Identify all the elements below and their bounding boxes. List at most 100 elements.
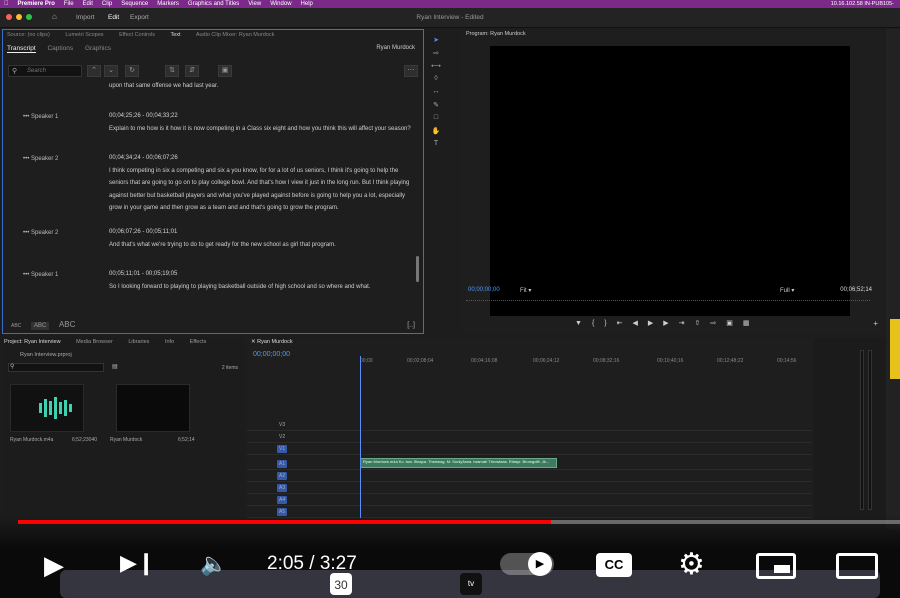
track-select-icon[interactable]: ⇨ — [431, 49, 441, 59]
menu-graphics-titles[interactable]: Graphics and Titles — [188, 1, 239, 7]
next-result-button[interactable]: ⌄ — [104, 65, 118, 77]
speaker-label[interactable]: ••• Speaker 2 — [23, 230, 58, 236]
menu-app-name[interactable]: Premiere Pro — [18, 1, 55, 7]
video-track[interactable]: V3 — [247, 419, 812, 431]
project-item-sequence[interactable] — [116, 384, 190, 432]
font-size-small[interactable]: ABC — [11, 323, 21, 329]
menu-markers[interactable]: Markers — [157, 1, 179, 7]
settings-gear-icon[interactable]: ⚙ — [678, 547, 705, 582]
autoplay-toggle[interactable]: ▶ — [500, 552, 554, 576]
timeline-timecode[interactable]: 00;00;00;00 — [253, 351, 290, 358]
miniplayer-icon[interactable] — [756, 553, 796, 579]
menu-view[interactable]: View — [248, 1, 261, 7]
razor-icon[interactable]: ◊ — [431, 75, 441, 85]
go-to-in-icon[interactable]: ⇤ — [617, 320, 633, 327]
captions-create-button[interactable]: ▣ — [218, 65, 232, 77]
video-track[interactable]: V2 — [247, 431, 812, 443]
apple-icon[interactable]:  — [4, 1, 9, 7]
type-tool-icon[interactable]: T — [431, 140, 441, 150]
program-current-time[interactable]: 00;00;00;00 — [468, 287, 500, 293]
preset-thumbnail[interactable] — [890, 319, 900, 379]
new-bin-icon[interactable]: ▤ — [112, 363, 118, 370]
comparison-view-icon[interactable]: ▦ — [743, 320, 760, 327]
tab-media-browser[interactable]: Media Browser — [76, 339, 113, 345]
speaker-label[interactable]: ••• Speaker 2 — [23, 156, 58, 162]
audio-clip[interactable]: Ryan Murdock.m4a Kc. lwa. 5inapa. Theria… — [360, 458, 557, 468]
menu-help[interactable]: Help — [301, 1, 313, 7]
extract-icon[interactable]: ⇨ — [710, 320, 726, 327]
menu-edit[interactable]: Edit — [83, 1, 93, 7]
mark-out-icon[interactable]: } — [604, 320, 616, 327]
rectangle-icon[interactable]: □ — [431, 114, 441, 124]
theater-mode-icon[interactable] — [836, 553, 878, 579]
audio-track[interactable]: A2 — [247, 470, 812, 482]
fullscreen-panel-icon[interactable]: [..] — [407, 322, 415, 329]
hand-icon[interactable]: ✋ — [431, 127, 441, 137]
export-frame-icon[interactable]: ▣ — [726, 320, 743, 327]
project-search-input[interactable] — [8, 363, 104, 372]
tab-effects[interactable]: Effects — [190, 339, 207, 345]
tab-transcript[interactable]: Transcript — [7, 45, 36, 53]
transcript-entry[interactable]: 00;05;11;01 - 00;05;19;05 So I looking f… — [109, 268, 414, 293]
tab-lumetri-scopes[interactable]: Lumetri Scopes — [65, 32, 103, 38]
menu-clip[interactable]: Clip — [102, 1, 112, 7]
tab-captions[interactable]: Captions — [47, 45, 73, 52]
calendar-icon[interactable]: 30 — [330, 573, 352, 595]
entry-text[interactable]: Explain to me how is it how it is now co… — [109, 123, 414, 136]
menu-sequence[interactable]: Sequence — [121, 1, 148, 7]
split-segment-button[interactable]: ⇅ — [165, 65, 179, 77]
previous-result-button[interactable]: ⌃ — [87, 65, 101, 77]
step-forward-icon[interactable]: ▶ — [663, 320, 678, 327]
slip-icon[interactable]: ↔ — [431, 88, 441, 98]
play-icon[interactable]: ▶ — [44, 550, 64, 581]
tab-text[interactable]: Text — [171, 32, 181, 38]
entry-text[interactable]: I think competing in six a competing and… — [109, 165, 414, 215]
add-marker-icon[interactable]: ▼ — [575, 320, 592, 327]
more-options-button[interactable]: ⋯ — [404, 65, 418, 77]
tab-effect-controls[interactable]: Effect Controls — [119, 32, 155, 38]
merge-segments-button[interactable]: ⇵ — [185, 65, 199, 77]
speaker-label[interactable]: ••• Speaker 1 — [23, 272, 58, 278]
menu-window[interactable]: Window — [270, 1, 291, 7]
tab-graphics[interactable]: Graphics — [85, 45, 111, 52]
timeline-sequence-tab[interactable]: ✕ Ryan Murdock — [251, 339, 293, 345]
video-progress-bar[interactable] — [18, 520, 900, 524]
replace-button[interactable]: ↻ — [125, 65, 139, 77]
program-video-display[interactable] — [490, 46, 850, 316]
playhead[interactable] — [360, 356, 361, 518]
next-video-icon[interactable]: ▶❙ — [120, 550, 155, 576]
captions-cc-icon[interactable]: CC — [596, 553, 632, 577]
tab-audio-clip-mixer[interactable]: Audio Clip Mixer: Ryan Murdock — [196, 32, 275, 38]
entry-text[interactable]: And that's what we're trying to do to ge… — [109, 239, 414, 252]
apple-tv-icon[interactable]: tv — [460, 573, 482, 595]
quality-dropdown[interactable]: Full ▾ — [780, 287, 794, 294]
pen-icon[interactable]: ✎ — [431, 101, 441, 111]
tab-project[interactable]: Project: Ryan Interview — [4, 339, 61, 345]
menu-file[interactable]: File — [64, 1, 74, 7]
audio-track[interactable]: A3 — [247, 482, 812, 494]
video-track[interactable]: V1 — [247, 443, 812, 455]
speaker-label[interactable]: ••• Speaker 1 — [23, 114, 58, 120]
tab-libraries[interactable]: Libraries — [128, 339, 149, 345]
transcript-entry[interactable]: 00;04;34;24 - 00;06;07;26 I think compet… — [109, 152, 414, 215]
program-time-ruler[interactable] — [466, 300, 870, 303]
ripple-edit-icon[interactable]: ⟷ — [431, 62, 441, 72]
tab-info[interactable]: Info — [165, 339, 174, 345]
audio-track[interactable]: A4 — [247, 494, 812, 506]
tab-source[interactable]: Source: (no clips) — [7, 32, 50, 38]
transcript-entry[interactable]: 00;06;07;26 - 00;05;11;01 And that's wha… — [109, 226, 414, 251]
volume-icon[interactable]: 🔈 — [200, 551, 227, 577]
play-icon[interactable]: ▶ — [648, 320, 663, 327]
selection-tool-icon[interactable]: ➤ — [431, 36, 441, 46]
step-back-icon[interactable]: ◀ — [633, 320, 648, 327]
font-size-medium[interactable]: ABC — [30, 322, 50, 330]
entry-text[interactable]: So I looking forward to playing to playi… — [109, 281, 414, 294]
go-to-out-icon[interactable]: ⇥ — [679, 320, 695, 327]
transcript-entry[interactable]: 00;04;25;26 - 00;04;33;22 Explain to me … — [109, 110, 414, 135]
transcript-scrollbar[interactable] — [416, 256, 419, 282]
font-size-large[interactable]: ABC — [59, 320, 75, 329]
add-button-icon[interactable]: + — [873, 319, 878, 328]
project-item-audio[interactable] — [10, 384, 84, 432]
fit-dropdown[interactable]: Fit ▾ — [520, 287, 531, 294]
mark-in-icon[interactable]: { — [592, 320, 604, 327]
